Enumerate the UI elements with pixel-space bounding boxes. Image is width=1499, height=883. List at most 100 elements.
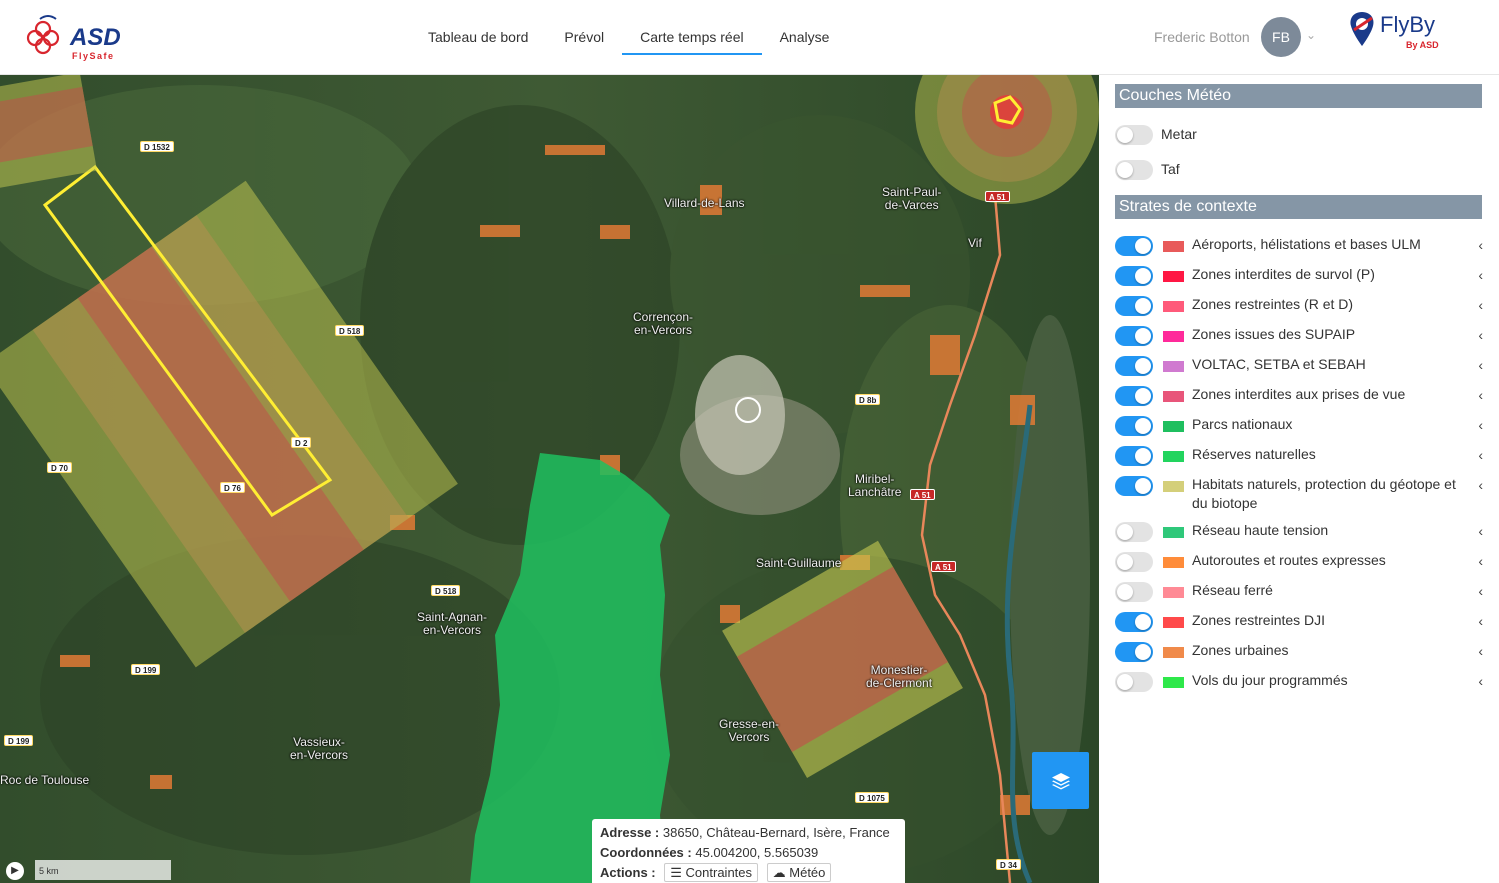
place-label: Villard-de-Lans — [664, 196, 745, 210]
context-layer-row[interactable]: Autoroutes et routes expresses ‹ — [1115, 551, 1483, 581]
context-layer-row[interactable]: Vols du jour programmés ‹ — [1115, 671, 1483, 701]
weather-button[interactable]: ☁ Météo — [766, 863, 832, 882]
meteo-layer-row[interactable]: Metar — [1115, 124, 1483, 154]
compass-icon[interactable]: ▶ — [6, 862, 24, 880]
meteo-layer-row[interactable]: Taf — [1115, 159, 1483, 189]
context-layer-row[interactable]: VOLTAC, SETBA et SEBAH ‹ — [1115, 355, 1483, 385]
context-section-title: Strates de contexte — [1115, 195, 1482, 219]
chevron-left-icon[interactable]: ‹ — [1478, 385, 1483, 405]
layer-color-swatch — [1163, 647, 1184, 658]
layer-color-swatch — [1163, 241, 1184, 252]
road-badge: A 51 — [931, 561, 956, 572]
layer-label: Zones restreintes DJI — [1192, 612, 1326, 628]
chevron-left-icon[interactable]: ‹ — [1478, 641, 1483, 661]
layer-toggle[interactable] — [1115, 160, 1153, 180]
layer-color-swatch — [1163, 677, 1184, 688]
chevron-left-icon[interactable]: ‹ — [1478, 325, 1483, 345]
avatar[interactable]: FB — [1261, 17, 1301, 57]
layers-icon: ☰ — [670, 865, 682, 880]
layer-label: Autoroutes et routes expresses — [1192, 552, 1386, 568]
layer-label: Zones restreintes (R et D) — [1192, 296, 1354, 312]
chevron-left-icon[interactable]: ‹ — [1478, 521, 1483, 541]
chevron-left-icon[interactable]: ‹ — [1478, 265, 1483, 285]
layer-toggle[interactable] — [1115, 552, 1153, 572]
layer-toggle[interactable] — [1115, 522, 1153, 542]
layer-color-swatch — [1163, 451, 1184, 462]
layer-label: Réseau ferré — [1192, 582, 1273, 598]
place-label: Saint-Guillaume — [756, 556, 842, 570]
context-layer-row[interactable]: Zones interdites aux prises de vue ‹ — [1115, 385, 1483, 415]
asd-flysafe-logo[interactable]: ASD FlySafe — [26, 11, 136, 63]
place-label: Miribel- Lanchâtre — [848, 472, 902, 499]
layer-color-swatch — [1163, 557, 1184, 568]
layer-toggle[interactable] — [1115, 582, 1153, 602]
layer-color-swatch — [1163, 421, 1184, 432]
layer-toggle[interactable] — [1115, 236, 1153, 256]
layer-color-swatch — [1163, 331, 1184, 342]
layers-icon — [1051, 772, 1070, 789]
chevron-left-icon[interactable]: ‹ — [1478, 551, 1483, 571]
layer-toggle[interactable] — [1115, 326, 1153, 346]
context-layer-row[interactable]: Zones restreintes (R et D) ‹ — [1115, 295, 1483, 325]
context-layer-row[interactable]: Réseau haute tension ‹ — [1115, 521, 1483, 551]
layers-button[interactable] — [1032, 752, 1089, 809]
user-name[interactable]: Frederic Botton — [1154, 29, 1250, 45]
layer-label: Zones urbaines — [1192, 642, 1289, 658]
context-layer-row[interactable]: Parcs nationaux ‹ — [1115, 415, 1483, 445]
chevron-left-icon[interactable]: ‹ — [1478, 295, 1483, 315]
context-layer-row[interactable]: Zones issues des SUPAIP ‹ — [1115, 325, 1483, 355]
layer-toggle[interactable] — [1115, 476, 1153, 496]
layer-color-swatch — [1163, 617, 1184, 628]
road-badge: D 518 — [335, 325, 365, 336]
actions-label: Actions : — [600, 865, 656, 880]
constraints-button[interactable]: ☰ Contraintes — [664, 863, 759, 882]
place-label: Vassieux- en-Vercors — [290, 735, 349, 762]
context-layer-row[interactable]: Zones restreintes DJI ‹ — [1115, 611, 1483, 641]
layer-toggle[interactable] — [1115, 672, 1153, 692]
layer-toggle[interactable] — [1115, 296, 1153, 316]
chevron-left-icon[interactable]: ‹ — [1478, 475, 1483, 495]
map-view[interactable]: Villard-de-Lans Corrençon- en-Vercors Sa… — [0, 75, 1099, 883]
layer-label: Metar — [1161, 126, 1197, 142]
road-badge: D 199 — [4, 735, 34, 746]
coords-label: Coordonnées : — [600, 845, 692, 860]
context-layer-row[interactable]: Habitats naturels, protection du géotope… — [1115, 475, 1483, 515]
layer-toggle[interactable] — [1115, 612, 1153, 632]
chevron-left-icon[interactable]: ‹ — [1478, 415, 1483, 435]
chevron-left-icon[interactable]: ‹ — [1478, 355, 1483, 375]
layer-toggle[interactable] — [1115, 125, 1153, 145]
context-layer-row[interactable]: Réserves naturelles ‹ — [1115, 445, 1483, 475]
layer-toggle[interactable] — [1115, 356, 1153, 376]
context-layer-row[interactable]: Aéroports, hélistations et bases ULM ‹ — [1115, 235, 1483, 265]
layer-color-swatch — [1163, 271, 1184, 282]
chevron-down-icon[interactable]: ⌄ — [1306, 28, 1316, 42]
address-value: 38650, Château-Bernard, Isère, France — [662, 825, 890, 840]
flyby-logo: FlyBy By ASD — [1346, 8, 1456, 58]
chevron-left-icon[interactable]: ‹ — [1478, 671, 1483, 691]
weather-label: Météo — [789, 865, 826, 880]
nav-analyse[interactable]: Analyse — [762, 0, 848, 75]
place-label: Saint-Paul- de-Varces — [882, 185, 942, 212]
chevron-left-icon[interactable]: ‹ — [1478, 235, 1483, 255]
layer-toggle[interactable] — [1115, 416, 1153, 436]
road-badge: D 518 — [431, 585, 461, 596]
layer-toggle[interactable] — [1115, 266, 1153, 286]
brand-sub: FlySafe — [72, 51, 115, 61]
svg-text:FlyBy: FlyBy — [1380, 12, 1435, 37]
nav-tableau-de-bord[interactable]: Tableau de bord — [410, 0, 546, 75]
layer-label: VOLTAC, SETBA et SEBAH — [1192, 356, 1366, 372]
nav-carte-temps-reel[interactable]: Carte temps réel — [622, 0, 763, 75]
layer-label: Réseau haute tension — [1192, 522, 1329, 538]
nav-prevol[interactable]: Prévol — [546, 0, 622, 75]
context-layer-row[interactable]: Réseau ferré ‹ — [1115, 581, 1483, 611]
chevron-left-icon[interactable]: ‹ — [1478, 445, 1483, 465]
chevron-left-icon[interactable]: ‹ — [1478, 581, 1483, 601]
context-layer-row[interactable]: Zones interdites de survol (P) ‹ — [1115, 265, 1483, 295]
layer-toggle[interactable] — [1115, 446, 1153, 466]
layer-toggle[interactable] — [1115, 642, 1153, 662]
context-layer-row[interactable]: Zones urbaines ‹ — [1115, 641, 1483, 671]
road-badge: D 2 — [291, 437, 312, 448]
layer-toggle[interactable] — [1115, 386, 1153, 406]
road-badge: D 1532 — [140, 141, 174, 152]
chevron-left-icon[interactable]: ‹ — [1478, 611, 1483, 631]
